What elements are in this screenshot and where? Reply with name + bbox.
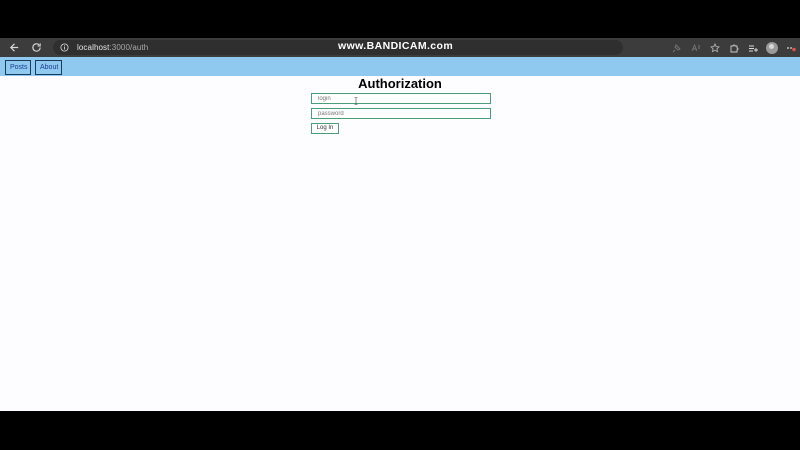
favorites-button[interactable] bbox=[705, 38, 724, 57]
browser-toolbar-icons bbox=[667, 38, 800, 57]
profile-button[interactable] bbox=[762, 38, 781, 57]
extensions-button[interactable] bbox=[724, 38, 743, 57]
pin-icon bbox=[672, 43, 681, 52]
arrow-left-icon bbox=[9, 43, 18, 52]
nav-about-button[interactable]: About bbox=[35, 60, 62, 75]
text-cursor-icon bbox=[354, 97, 358, 105]
reload-button[interactable] bbox=[25, 38, 47, 57]
login-input[interactable] bbox=[311, 93, 491, 104]
ellipsis-icon bbox=[786, 46, 796, 51]
pin-button[interactable] bbox=[667, 38, 686, 57]
puzzle-icon bbox=[730, 44, 738, 52]
video-letterbox-bottom bbox=[0, 411, 800, 450]
star-add-icon bbox=[709, 42, 720, 52]
read-aloud-icon bbox=[691, 43, 700, 51]
nav-posts-button[interactable]: Posts bbox=[5, 60, 31, 75]
video-letterbox-top bbox=[0, 0, 800, 38]
avatar-icon bbox=[765, 41, 778, 54]
page-title: Authorization bbox=[358, 76, 442, 91]
collections-icon bbox=[748, 45, 758, 52]
url-text: localhost:3000/auth bbox=[77, 43, 148, 52]
auth-form: Log In bbox=[311, 93, 492, 134]
recording-watermark: www.BANDICAM.com bbox=[338, 40, 454, 52]
collections-button[interactable] bbox=[743, 38, 762, 57]
info-icon[interactable] bbox=[59, 43, 69, 53]
url-path: :3000/auth bbox=[109, 43, 149, 52]
refresh-icon bbox=[31, 43, 41, 52]
more-menu-button[interactable] bbox=[781, 38, 800, 57]
login-button[interactable]: Log In bbox=[311, 123, 339, 134]
web-page: Posts About Authorization Log In bbox=[0, 57, 800, 411]
read-aloud-button[interactable] bbox=[686, 38, 705, 57]
back-button[interactable] bbox=[3, 38, 25, 57]
password-input[interactable] bbox=[311, 108, 491, 119]
url-host: localhost bbox=[77, 43, 110, 52]
app-navbar: Posts About bbox=[0, 57, 800, 76]
